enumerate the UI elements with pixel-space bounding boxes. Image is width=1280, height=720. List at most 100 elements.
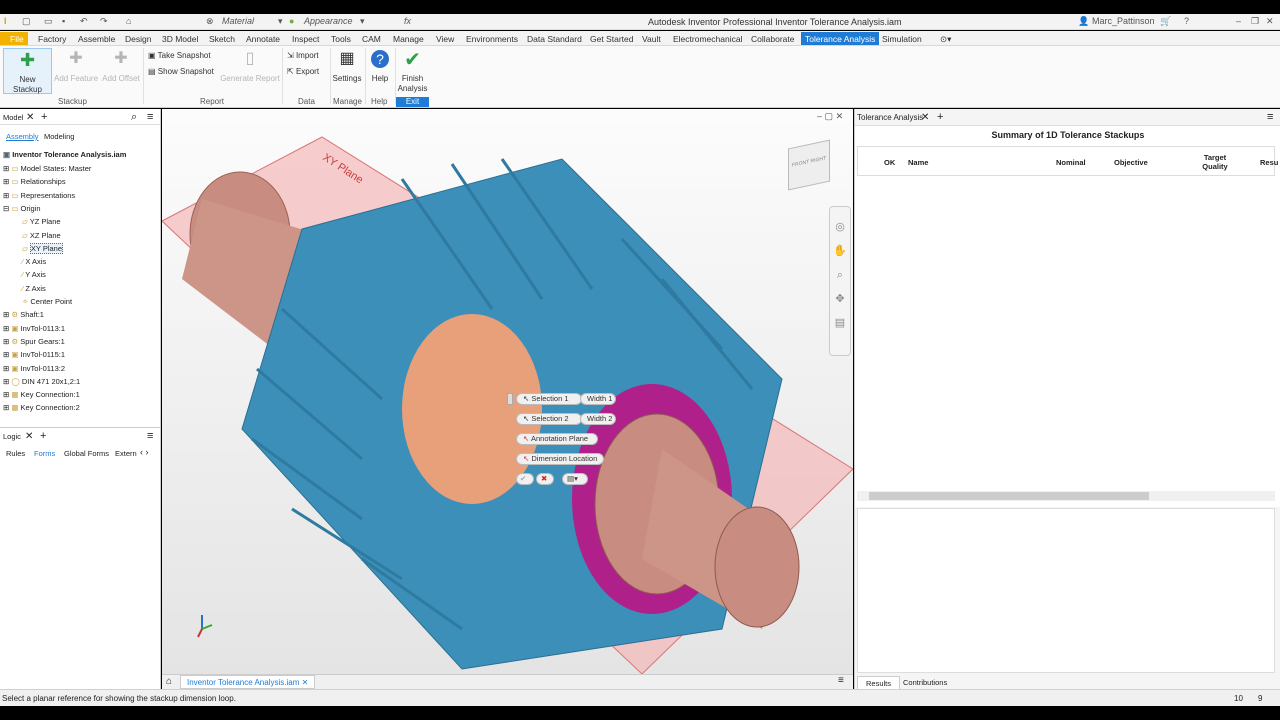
tab-assembly[interactable]: Assembly bbox=[6, 132, 39, 141]
tab-tools[interactable]: Tools bbox=[331, 34, 351, 44]
tab-design[interactable]: Design bbox=[125, 34, 151, 44]
new-icon[interactable]: ▢ bbox=[22, 16, 31, 27]
open-icon[interactable]: ▭ bbox=[44, 16, 53, 27]
col-objective[interactable]: Objective bbox=[1114, 158, 1148, 167]
tab-data-standard[interactable]: Data Standard bbox=[527, 34, 582, 44]
tab-cam[interactable]: CAM bbox=[362, 34, 381, 44]
tree-item[interactable]: ⊞ ▭ Model States: Master bbox=[3, 164, 91, 173]
restore-icon[interactable]: ❐ bbox=[1251, 16, 1259, 27]
cancel-button[interactable]: ✖ bbox=[536, 473, 554, 485]
tab-vault[interactable]: Vault bbox=[642, 34, 661, 44]
ok-button[interactable]: ✔ bbox=[516, 473, 534, 485]
tree-item[interactable]: ⊞ ▦ Key Connection:1 bbox=[3, 390, 80, 399]
tree-item[interactable]: ✧ Center Point bbox=[22, 297, 72, 306]
tree-item[interactable]: ⁄ Z Axis bbox=[22, 284, 46, 293]
tab-3d-model[interactable]: 3D Model bbox=[162, 34, 198, 44]
tab-annotate[interactable]: Annotate bbox=[246, 34, 280, 44]
logic-tab-rules[interactable]: Rules bbox=[6, 449, 25, 458]
tab-view[interactable]: View bbox=[436, 34, 454, 44]
menu-icon[interactable]: ≡ bbox=[838, 675, 844, 686]
close-icon[interactable]: ✕ bbox=[25, 431, 33, 442]
tree-item[interactable]: ⊞ ▣ InvTol-0113:2 bbox=[3, 364, 65, 373]
logic-tab-extern[interactable]: Extern bbox=[115, 449, 137, 458]
zoom-icon[interactable]: ⌕ bbox=[830, 263, 850, 287]
redo-icon[interactable]: ↷ bbox=[100, 16, 108, 27]
menu-icon[interactable]: ≡ bbox=[1267, 111, 1273, 123]
minimize-icon[interactable]: – bbox=[817, 111, 822, 121]
settings-button[interactable]: ▦ Settings bbox=[331, 50, 363, 84]
home-icon[interactable]: ⌂ bbox=[126, 16, 131, 26]
new-stackup-button[interactable]: ✚ New Stackup bbox=[3, 48, 52, 94]
close-icon[interactable]: ✕ bbox=[302, 678, 309, 687]
tree-item[interactable]: ⊞ ▣ InvTol-0115:1 bbox=[3, 350, 65, 359]
logic-tab-forms[interactable]: Forms bbox=[34, 449, 55, 458]
maximize-icon[interactable]: ▢ bbox=[825, 111, 834, 121]
appearance-icon[interactable]: ● bbox=[289, 16, 294, 26]
take-snapshot-button[interactable]: ▣ Take Snapshot bbox=[148, 51, 211, 61]
material-dropdown[interactable]: Material bbox=[222, 16, 254, 26]
menu-icon[interactable]: ≡ bbox=[147, 430, 153, 442]
graphics-viewport[interactable]: XY Plane FRONT RIGHT ◎ ✋ ⌕ ✥ ▤ – ▢ ✕ ↖ S… bbox=[162, 109, 853, 674]
options-dropdown[interactable]: ▤▾ bbox=[562, 473, 588, 485]
tab-get-started[interactable]: Get Started bbox=[590, 34, 633, 44]
look-at-icon[interactable]: ▤ bbox=[830, 311, 850, 335]
col-name[interactable]: Name bbox=[908, 158, 928, 167]
close-icon[interactable]: ✕ bbox=[1266, 16, 1274, 27]
tab-modeling[interactable]: Modeling bbox=[44, 132, 74, 141]
col-result[interactable]: Resu bbox=[1260, 158, 1278, 167]
steering-wheel-icon[interactable]: ◎ bbox=[830, 215, 850, 239]
tab-sketch[interactable]: Sketch bbox=[209, 34, 235, 44]
orbit-icon[interactable]: ✥ bbox=[830, 287, 850, 311]
chevron-down-icon[interactable]: ▾ bbox=[360, 16, 365, 27]
col-target-quality[interactable]: Target Quality bbox=[1198, 153, 1232, 171]
material-icon[interactable]: ⊗ bbox=[206, 16, 214, 27]
tree-item[interactable]: ▱ YZ Plane bbox=[22, 217, 61, 226]
generate-report-button[interactable]: ▯ Generate Report bbox=[220, 50, 280, 84]
inventor-logo-icon[interactable]: I bbox=[4, 16, 7, 26]
close-icon[interactable]: ✕ bbox=[921, 112, 929, 123]
tree-item[interactable]: ⊞ ◯ DIN 471 20x1,2:1 bbox=[3, 377, 80, 386]
tab-electromechanical[interactable]: Electromechanical bbox=[673, 34, 742, 44]
tree-item[interactable]: ⊞ ⚙ Shaft:1 bbox=[3, 310, 44, 319]
selection-2-button[interactable]: ↖ Selection 2 bbox=[516, 413, 582, 425]
document-tab[interactable]: Inventor Tolerance Analysis.iam ✕ bbox=[180, 675, 316, 689]
tab-collaborate[interactable]: Collaborate bbox=[751, 34, 794, 44]
pan-icon[interactable]: ✋ bbox=[830, 239, 850, 263]
user-name[interactable]: Marc_Pattinson bbox=[1092, 16, 1155, 26]
col-ok[interactable]: OK bbox=[884, 158, 895, 167]
add-offset-button[interactable]: ✚ Add Offset bbox=[99, 50, 143, 84]
home-icon[interactable]: ⌂ bbox=[166, 676, 172, 687]
tree-item[interactable]: ⊞ ⚙ Spur Gears:1 bbox=[3, 337, 65, 346]
chevron-left-icon[interactable]: ‹ › bbox=[140, 447, 149, 457]
help-button[interactable]: ? Help bbox=[366, 50, 394, 84]
tab-manage[interactable]: Manage bbox=[393, 34, 424, 44]
tree-item[interactable]: ⊞ ▭ Representations bbox=[3, 191, 75, 200]
tab-assemble[interactable]: Assemble bbox=[78, 34, 115, 44]
tab-factory[interactable]: Factory bbox=[38, 34, 66, 44]
search-icon[interactable]: ⌕ bbox=[131, 111, 137, 124]
add-tab-icon[interactable]: + bbox=[41, 111, 47, 123]
help-icon[interactable]: ? bbox=[1184, 16, 1189, 26]
tree-item[interactable]: ⊞ ▣ InvTol-0113:1 bbox=[3, 324, 65, 333]
add-feature-button[interactable]: ✚ Add Feature bbox=[53, 50, 99, 84]
user-icon[interactable]: 👤 bbox=[1078, 16, 1089, 27]
menu-icon[interactable]: ≡ bbox=[147, 111, 153, 123]
tree-item[interactable]: ▱ XY Plane bbox=[22, 242, 63, 254]
finish-analysis-button[interactable]: ✔ Finish Analysis bbox=[396, 50, 429, 94]
appearance-dropdown[interactable]: Appearance bbox=[304, 16, 353, 26]
import-button[interactable]: ⇲ Import bbox=[287, 51, 319, 61]
logic-tab-global-forms[interactable]: Global Forms bbox=[64, 449, 109, 458]
tab-simulation[interactable]: Simulation bbox=[882, 34, 922, 44]
assembly-model-graphic[interactable]: XY Plane bbox=[162, 109, 853, 674]
annotation-plane-button[interactable]: ↖ Annotation Plane bbox=[516, 433, 598, 445]
width-1-field[interactable]: Width 1 bbox=[580, 393, 616, 405]
dimension-location-button[interactable]: ↖ Dimension Location bbox=[516, 453, 604, 465]
col-nominal[interactable]: Nominal bbox=[1056, 158, 1086, 167]
tree-root[interactable]: ▣ Inventor Tolerance Analysis.iam bbox=[3, 150, 126, 159]
view-cube[interactable]: FRONT RIGHT bbox=[788, 139, 830, 191]
chevron-down-icon[interactable]: ▾ bbox=[278, 16, 283, 27]
tree-item[interactable]: ⁄ X Axis bbox=[22, 257, 46, 266]
horizontal-scrollbar[interactable] bbox=[857, 491, 1275, 501]
close-icon[interactable]: ✕ bbox=[836, 111, 844, 121]
fx-icon[interactable]: fx bbox=[404, 16, 411, 26]
